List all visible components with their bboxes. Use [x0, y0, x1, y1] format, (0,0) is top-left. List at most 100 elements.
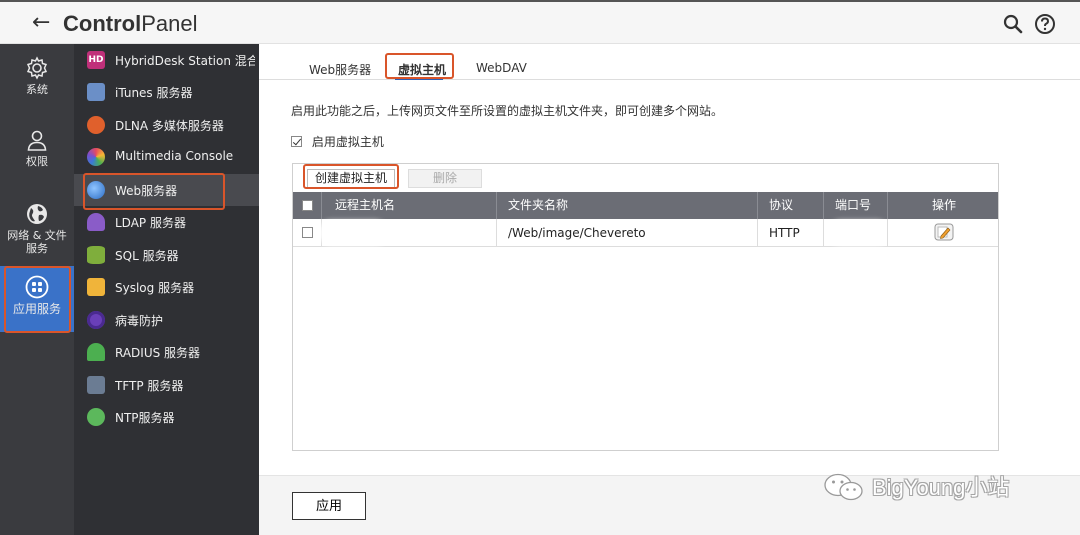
- app-title: ControlPanel: [63, 11, 197, 37]
- sidebar-label-radius: RADIUS 服务器: [115, 346, 201, 360]
- sidebar-label-tftp: TFTP 服务器: [115, 379, 184, 393]
- table-header: 远程主机名 文件夹名称 协议 端口号 操作: [293, 192, 998, 219]
- sidebar-item-tftp[interactable]: TFTP 服务器: [74, 369, 259, 401]
- tab-virtual-host[interactable]: 虚拟主机: [398, 61, 446, 78]
- sidebar-label-ldap: LDAP 服务器: [115, 216, 186, 230]
- feature-description: 启用此功能之后，上传网页文件至所设置的虚拟主机文件夹，即可创建多个网站。: [291, 104, 724, 118]
- sql-icon: [87, 246, 105, 264]
- sidebar-label-antivirus: 病毒防护: [115, 314, 164, 328]
- rail-item-system[interactable]: 系统: [0, 56, 74, 96]
- app-title-rest: Panel: [141, 11, 198, 36]
- sidebar-label-syslog: Syslog 服务器: [115, 281, 195, 295]
- apps-icon: [25, 275, 49, 299]
- column-header-folder[interactable]: 文件夹名称: [508, 192, 568, 219]
- cell-divider: [496, 219, 497, 247]
- cell-protocol: HTTP: [769, 226, 800, 240]
- sidebar-item-web-server[interactable]: Web服务器: [74, 174, 259, 206]
- app-title-bold: Control: [63, 11, 142, 36]
- syslog-icon: [87, 278, 105, 296]
- create-virtual-host-button[interactable]: 创建虚拟主机: [307, 169, 395, 188]
- delete-button[interactable]: 删除: [408, 169, 482, 188]
- sidebar-item-multimedia-console[interactable]: Multimedia Console: [74, 141, 259, 173]
- sidebar-item-itunes[interactable]: iTunes 服务器: [74, 76, 259, 108]
- wechat-icon: [824, 473, 863, 501]
- hybriddesk-icon: HD: [87, 51, 105, 69]
- sidebar-label-sql: SQL 服务器: [115, 249, 179, 263]
- cell-divider: [887, 219, 888, 247]
- column-divider: [757, 192, 758, 219]
- ntp-icon: [87, 408, 105, 426]
- web-globe-icon: [87, 181, 105, 199]
- edit-icon[interactable]: [934, 223, 954, 241]
- sidebar-label-ntp: NTP服务器: [115, 411, 175, 425]
- rail-label-app-services: 应用服务: [12, 302, 61, 316]
- rail-label-network-file-1: 网络 & 文件: [7, 229, 67, 242]
- column-divider: [496, 192, 497, 219]
- rail-item-network-file[interactable]: 网络 & 文件 服务: [0, 202, 74, 255]
- itunes-icon: [87, 83, 105, 101]
- enable-virtual-host-row: 启用虚拟主机: [291, 133, 384, 150]
- rail-label-system: 系统: [26, 83, 48, 96]
- tab-bar: Web服务器 虚拟主机 WebDAV: [259, 44, 1080, 80]
- redaction-blur: [833, 225, 885, 241]
- column-header-port[interactable]: 端口号: [835, 192, 871, 219]
- apply-button[interactable]: 应用: [292, 492, 366, 520]
- column-divider: [823, 192, 824, 219]
- rail-label-permissions: 权限: [26, 155, 48, 168]
- sidebar-item-ntp[interactable]: NTP服务器: [74, 401, 259, 433]
- tab-web-server[interactable]: Web服务器: [309, 61, 371, 78]
- enable-virtual-host-label: 启用虚拟主机: [311, 135, 384, 149]
- enable-virtual-host-checkbox[interactable]: [291, 136, 302, 147]
- column-header-remote-host[interactable]: 远程主机名: [335, 192, 395, 219]
- title-bar: ← ControlPanel: [0, 0, 1080, 44]
- app-services-sidebar: HD HybridDesk Station 混合… iTunes 服务器 DLN…: [74, 44, 259, 535]
- redaction-blur: [323, 225, 383, 241]
- cell-divider: [757, 219, 758, 247]
- help-icon[interactable]: [1034, 13, 1056, 35]
- user-icon: [27, 130, 47, 151]
- sidebar-label-hybriddesk: HybridDesk Station 混合…: [115, 54, 255, 68]
- radius-icon: [87, 343, 105, 361]
- back-arrow-icon[interactable]: ←: [32, 12, 50, 34]
- watermark-text: BigYoung小站: [872, 475, 1010, 500]
- column-header-protocol[interactable]: 协议: [769, 192, 793, 219]
- main-content: Web服务器 虚拟主机 WebDAV 启用此功能之后，上传网页文件至所设置的虚拟…: [259, 44, 1080, 535]
- tftp-icon: [87, 376, 105, 394]
- sidebar-item-sql[interactable]: SQL 服务器: [74, 239, 259, 271]
- sidebar-label-multimedia-console: Multimedia Console: [115, 149, 234, 163]
- sidebar-item-hybriddesk[interactable]: HD HybridDesk Station 混合…: [74, 44, 259, 76]
- antivirus-icon: [87, 311, 105, 329]
- ldap-icon: [87, 213, 105, 231]
- column-divider: [321, 192, 322, 219]
- sidebar-label-web-server: Web服务器: [115, 184, 178, 198]
- search-icon[interactable]: [1002, 13, 1024, 35]
- column-header-action: 操作: [932, 198, 957, 212]
- cell-divider: [321, 219, 322, 247]
- active-tab-underline: [395, 77, 443, 80]
- sidebar-item-antivirus[interactable]: 病毒防护: [74, 304, 259, 336]
- select-all-checkbox[interactable]: [302, 200, 313, 211]
- sidebar-item-ldap[interactable]: LDAP 服务器: [74, 206, 259, 238]
- table-row[interactable]: /Web/image/Chevereto HTTP: [293, 219, 998, 247]
- watermark: BigYoung小站: [822, 470, 1009, 502]
- sidebar-item-radius[interactable]: RADIUS 服务器: [74, 336, 259, 368]
- gear-icon: [26, 56, 48, 80]
- main-nav-rail: 系统 权限 网络 & 文件 服务 应用服务: [0, 44, 74, 535]
- virtual-host-panel: 创建虚拟主机 删除 远程主机名 文件夹名称 协议 端口号 操作 /Web/ima…: [292, 163, 999, 451]
- globe-icon: [27, 204, 47, 224]
- sidebar-label-itunes: iTunes 服务器: [115, 86, 193, 100]
- sidebar-item-syslog[interactable]: Syslog 服务器: [74, 271, 259, 303]
- row-checkbox[interactable]: [302, 227, 313, 238]
- multimedia-icon: [87, 148, 105, 166]
- cell-folder: /Web/image/Chevereto: [508, 226, 646, 240]
- dlna-icon: [87, 116, 105, 134]
- tab-webdav[interactable]: WebDAV: [476, 61, 527, 75]
- cell-divider: [823, 219, 824, 247]
- rail-item-app-services[interactable]: 应用服务: [0, 266, 74, 332]
- control-panel-window: ← ControlPanel 系统 权限 网络 & 文件 服务 应用服务 HD …: [0, 0, 1080, 535]
- column-divider: [887, 192, 888, 219]
- rail-label-network-file-2: 服务: [26, 242, 48, 255]
- rail-item-permissions[interactable]: 权限: [0, 128, 74, 168]
- sidebar-item-dlna[interactable]: DLNA 多媒体服务器: [74, 109, 259, 141]
- sidebar-label-dlna: DLNA 多媒体服务器: [115, 119, 224, 133]
